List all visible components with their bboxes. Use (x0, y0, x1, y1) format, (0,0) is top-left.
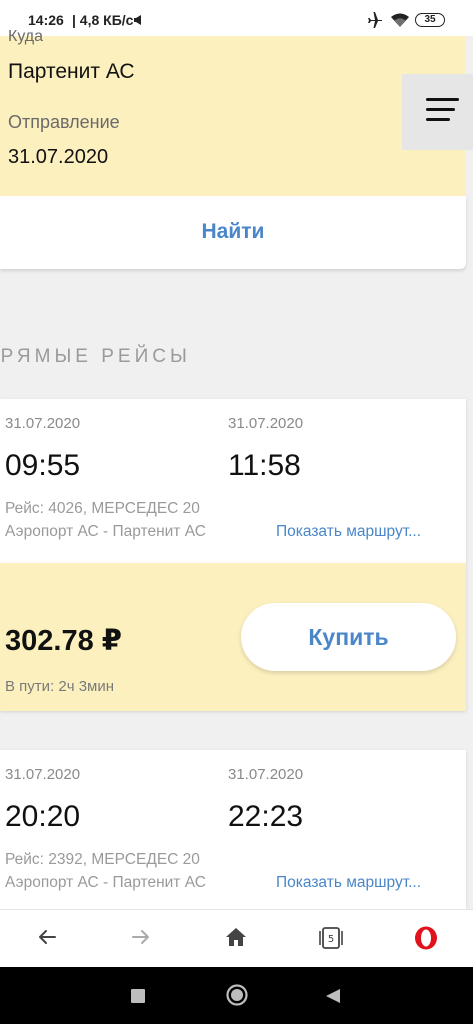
find-button[interactable]: Найти (0, 196, 466, 269)
arrival-time: 22:23 (228, 800, 304, 833)
trip-duration: В пути: 2ч 3мин (5, 678, 115, 695)
trip-price: 302.78 ₽ (5, 625, 122, 657)
airplane-icon (366, 12, 384, 33)
buy-button[interactable]: Купить (241, 603, 456, 671)
section-title-direct-trips: ПРЯМЫЕ РЕЙСЫ (0, 346, 191, 367)
network-speed: | 4,8 КБ/с (72, 12, 134, 28)
browser-toolbar: 5 (0, 909, 473, 967)
status-time: 14:26 (28, 12, 64, 28)
departure-date: 31.07.2020 (5, 415, 81, 432)
forward-icon[interactable] (129, 925, 153, 954)
departure-label: Отправление (8, 112, 120, 132)
tab-count: 5 (328, 934, 334, 945)
recents-icon[interactable] (131, 989, 145, 1008)
departure-time: 20:20 (5, 800, 81, 833)
show-route-link[interactable]: Показать маршрут... (276, 523, 444, 541)
trip-card: 31.07.2020 31.07.2020 20:20 22:23 Рейс: … (0, 750, 466, 909)
trip-info: Рейс: 4026, МЕРСЕДЕС 20 (5, 500, 200, 517)
find-button-label: Найти (201, 220, 265, 243)
menu-button[interactable] (402, 74, 473, 150)
destination-label: Куда (8, 28, 44, 45)
wifi-icon (390, 12, 410, 33)
trip-route: Аэропорт АС - Партенит АС (5, 874, 206, 891)
status-bar: 14:26 | 4,8 КБ/с 35 (0, 0, 473, 36)
android-nav-bar (0, 967, 473, 1024)
home-icon[interactable] (224, 925, 248, 954)
trip-route: Аэропорт АС - Партенит АС (5, 523, 206, 540)
battery-icon: 35 (415, 13, 445, 27)
destination-field[interactable]: Партенит АС (8, 60, 135, 84)
tabs-icon[interactable]: 5 (318, 925, 344, 956)
back-icon[interactable] (35, 925, 59, 954)
departure-time: 09:55 (5, 449, 81, 482)
show-route-link[interactable]: Показать маршрут... (276, 874, 444, 892)
departure-date: 31.07.2020 (5, 766, 81, 783)
home-nav-icon[interactable] (226, 984, 248, 1011)
back-nav-icon[interactable] (325, 988, 341, 1009)
arrival-date: 31.07.2020 (228, 415, 304, 432)
search-form: Куда Партенит АС Отправление 31.07.2020 (0, 28, 466, 196)
arrival-time: 11:58 (228, 449, 301, 482)
trip-info: Рейс: 2392, МЕРСЕДЕС 20 (5, 851, 200, 868)
arrival-date: 31.07.2020 (228, 766, 304, 783)
opera-icon[interactable] (413, 925, 439, 956)
sound-icon (133, 13, 143, 31)
departure-date-field[interactable]: 31.07.2020 (8, 146, 108, 169)
trip-price-panel: 302.78 ₽ В пути: 2ч 3мин Купить (0, 563, 466, 711)
trip-card: 31.07.2020 31.07.2020 09:55 11:58 Рейс: … (0, 399, 466, 563)
